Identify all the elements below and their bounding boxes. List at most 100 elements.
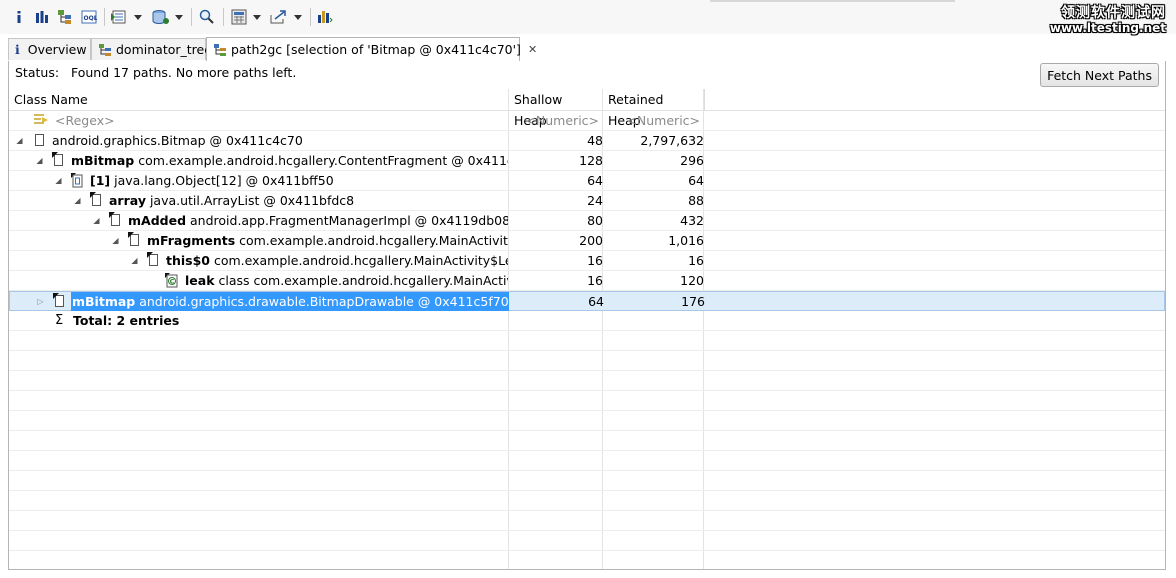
table-row[interactable]: ◢ array java.util.ArrayList @ 0x411bfdc8… bbox=[9, 191, 1165, 211]
empty-row bbox=[9, 531, 1165, 551]
shallow-heap-value: 16 bbox=[587, 253, 603, 268]
expand-toggle-icon[interactable]: ◢ bbox=[73, 191, 82, 210]
run-report-icon[interactable] bbox=[110, 7, 130, 27]
fetch-next-paths-button[interactable]: Fetch Next Paths bbox=[1040, 63, 1159, 87]
shallow-heap-value: 200 bbox=[579, 233, 603, 248]
oql-icon[interactable]: OQL bbox=[80, 7, 98, 27]
row-label: mBitmap com.example.android.hcgallery.Co… bbox=[71, 151, 508, 170]
expand-toggle-icon[interactable]: ◢ bbox=[15, 131, 24, 150]
query-browser-icon[interactable] bbox=[151, 7, 171, 27]
retained-heap-value: 432 bbox=[680, 213, 704, 228]
shallow-heap-value: 16 bbox=[587, 273, 603, 288]
close-icon[interactable]: ✕ bbox=[528, 43, 537, 56]
editor-tab-bar: i Overview dominator_tree path2gc [selec… bbox=[8, 37, 1166, 62]
expand-toggle-icon[interactable]: ◢ bbox=[111, 231, 120, 250]
empty-row bbox=[9, 331, 1165, 351]
expand-toggle-icon[interactable]: ◢ bbox=[130, 251, 139, 270]
expand-toggle-icon[interactable]: ◢ bbox=[92, 211, 101, 230]
field-name: mFragments bbox=[147, 233, 236, 248]
calculate-icon[interactable] bbox=[230, 7, 248, 27]
reference-icon bbox=[147, 252, 158, 266]
chevron-down-icon[interactable] bbox=[174, 7, 184, 27]
expand-toggle-icon[interactable]: ◢ bbox=[54, 171, 63, 190]
export-icon[interactable] bbox=[269, 7, 289, 27]
separator bbox=[191, 8, 192, 26]
column-header-shallow-heap[interactable]: Shallow Heap bbox=[509, 89, 603, 128]
search-icon[interactable] bbox=[198, 7, 216, 27]
heap-dump-overview-icon[interactable] bbox=[316, 7, 334, 27]
object-name: com.example.android.hcgallery.MainActivi… bbox=[213, 253, 508, 268]
shallow-heap-value: 64 bbox=[588, 294, 604, 309]
chevron-down-icon[interactable] bbox=[133, 7, 143, 27]
field-name: leak bbox=[185, 273, 215, 288]
tab-path2gc[interactable]: path2gc [selection of 'Bitmap @ 0x411c4c… bbox=[206, 37, 537, 61]
tab-label: path2gc [selection of 'Bitmap @ 0x411c4c… bbox=[231, 42, 521, 57]
row-label: mFragments com.example.android.hcgallery… bbox=[147, 231, 508, 250]
column-header-retained-heap[interactable]: Retained Heap bbox=[603, 89, 705, 128]
table-row[interactable]: ◢ android.graphics.Bitmap @ 0x411c4c70 4… bbox=[9, 131, 1165, 151]
shallow-heap-value: 128 bbox=[579, 153, 603, 168]
object-icon bbox=[35, 134, 44, 146]
field-name: [1] bbox=[90, 173, 111, 188]
info-icon: i bbox=[15, 42, 20, 57]
empty-row bbox=[9, 491, 1165, 511]
empty-row bbox=[9, 511, 1165, 531]
reference-icon bbox=[53, 293, 64, 307]
row-label: array java.util.ArrayList @ 0x411bfdc8 bbox=[109, 191, 354, 210]
chevron-down-icon[interactable] bbox=[293, 7, 303, 27]
table-row[interactable]: ◢ mAdded android.app.FragmentManagerImpl… bbox=[9, 211, 1165, 231]
reference-icon bbox=[128, 232, 139, 246]
retained-heap-value: 120 bbox=[680, 273, 704, 288]
regex-filter-input[interactable]: <Regex> bbox=[55, 111, 115, 130]
object-name: android.graphics.Bitmap @ 0x411c4c70 bbox=[52, 133, 303, 148]
empty-row bbox=[9, 431, 1165, 451]
shallow-heap-value: 24 bbox=[587, 193, 603, 208]
expand-toggle-icon[interactable]: ◢ bbox=[35, 151, 44, 170]
row-label: this$0 com.example.android.hcgallery.Mai… bbox=[166, 251, 508, 270]
histogram-icon[interactable] bbox=[33, 7, 51, 27]
field-name: this$0 bbox=[166, 253, 210, 268]
table-row-selected[interactable]: ▷ mBitmap android.graphics.drawable.Bitm… bbox=[9, 291, 1165, 311]
object-name: java.util.ArrayList @ 0x411bfdc8 bbox=[145, 193, 355, 208]
table-row[interactable]: ◢ mFragments com.example.android.hcgalle… bbox=[9, 231, 1165, 251]
reference-icon bbox=[109, 212, 120, 226]
table-row[interactable]: C leak class com.example.android.hcgalle… bbox=[9, 271, 1165, 291]
chevron-down-icon[interactable] bbox=[252, 7, 262, 27]
filter-icon bbox=[33, 112, 51, 130]
column-header-class-name[interactable]: Class Name bbox=[9, 89, 509, 110]
svg-text:C: C bbox=[170, 278, 175, 286]
array-icon bbox=[71, 173, 84, 190]
total-row: Σ Total: 2 entries bbox=[9, 311, 1165, 331]
watermark-url: www.ltesting.net bbox=[1049, 21, 1166, 35]
dominator-tree-icon[interactable] bbox=[56, 7, 74, 27]
shallow-filter-input[interactable]: <Numeric> bbox=[509, 111, 603, 130]
row-label: mAdded android.app.FragmentManagerImpl @… bbox=[128, 211, 508, 230]
info-icon[interactable] bbox=[12, 7, 26, 27]
table-header: Class Name Shallow Heap Retained Heap bbox=[9, 89, 1165, 128]
dominator-tree-icon bbox=[98, 43, 112, 57]
shallow-heap-value: 48 bbox=[587, 133, 603, 148]
sigma-icon: Σ bbox=[55, 313, 64, 328]
retained-heap-value: 176 bbox=[681, 294, 705, 309]
table-row[interactable]: ◢ mBitmap com.example.android.hcgallery.… bbox=[9, 151, 1165, 171]
tab-label: Overview bbox=[27, 42, 87, 57]
paths-table: Class Name Shallow Heap Retained Heap <R… bbox=[9, 89, 1165, 569]
watermark-title: 领测软件测试网 bbox=[1061, 5, 1166, 21]
collapse-toggle-icon[interactable]: ▷ bbox=[36, 292, 45, 311]
status-text: Status: Found 17 paths. No more paths le… bbox=[15, 65, 297, 80]
object-name: java.lang.Object[12] @ 0x411bff50 bbox=[110, 173, 334, 188]
tab-overview[interactable]: i Overview bbox=[8, 38, 91, 60]
table-row[interactable]: ◢ [1] java.lang.Object[12] @ 0x411bff50 … bbox=[9, 171, 1165, 191]
shallow-filter-placeholder: <Numeric> bbox=[525, 113, 600, 128]
table-row[interactable]: ◢ this$0 com.example.android.hcgallery.M… bbox=[9, 251, 1165, 271]
empty-row bbox=[9, 471, 1165, 491]
retained-heap-value: 88 bbox=[688, 193, 704, 208]
retained-filter-input[interactable]: <Numeric> bbox=[603, 111, 704, 130]
row-label: android.graphics.Bitmap @ 0x411c4c70 bbox=[52, 131, 303, 150]
row-label: [1] java.lang.Object[12] @ 0x411bff50 bbox=[90, 171, 334, 190]
empty-row bbox=[9, 371, 1165, 391]
separator bbox=[104, 8, 105, 26]
total-label: Total: 2 entries bbox=[73, 313, 180, 328]
empty-row bbox=[9, 551, 1165, 569]
tab-dominator-tree[interactable]: dominator_tree bbox=[91, 38, 212, 60]
